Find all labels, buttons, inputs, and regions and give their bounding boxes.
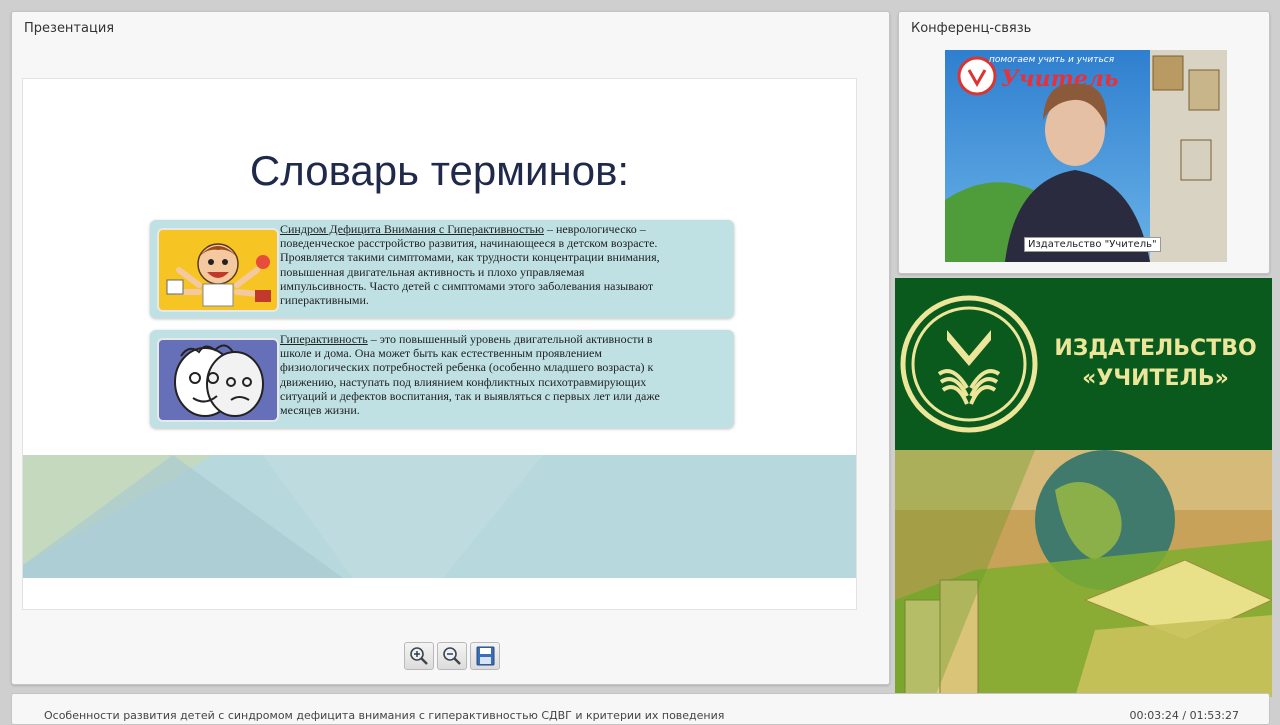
cartoon-boy-image	[157, 228, 279, 312]
conference-panel: Конференц-связь помогаем учить и учиться…	[898, 11, 1270, 274]
zoom-in-icon	[410, 647, 428, 665]
zoom-in-button[interactable]	[404, 642, 434, 670]
presentation-panel: Презентация Словарь терминов: Синдром Де…	[11, 11, 890, 685]
backdrop-top-text: помогаем учить и учиться	[989, 55, 1115, 65]
publisher-logo-icon	[900, 295, 1038, 433]
zoom-out-button[interactable]	[437, 642, 467, 670]
term-card-adhd: Синдром Дефицита Внимания с Гиперактивно…	[150, 220, 734, 318]
save-button[interactable]	[470, 642, 500, 670]
presentation-panel-title: Презентация	[24, 21, 115, 36]
playback-time: 00:03:24 / 01:53:27	[1129, 709, 1239, 722]
webinar-title: Особенности развития детей с синдромом д…	[44, 709, 725, 722]
term-name: Гиперактивность	[280, 332, 368, 346]
zoom-out-icon	[443, 647, 461, 665]
slide-decorative-footer	[23, 455, 856, 578]
cartoon-faces-image	[157, 338, 279, 422]
save-icon	[476, 646, 495, 666]
publisher-banner-header: ИЗДАТЕЛЬСТВО «УЧИТЕЛЬ»	[895, 278, 1272, 450]
conference-panel-title: Конференц-связь	[911, 21, 1032, 36]
books-globe-image	[895, 450, 1272, 697]
slide-heading: Словарь терминов:	[249, 147, 630, 194]
presentation-slide: Словарь терминов: Синдром Дефицита Внима…	[22, 78, 857, 610]
term-name: Синдром Дефицита Внимания с Гиперактивно…	[280, 222, 544, 236]
participant-name-label: Издательство "Учитель"	[1024, 237, 1161, 252]
video-feed[interactable]: помогаем учить и учиться Учитель Издател…	[945, 50, 1227, 262]
term-card-hyperactivity: Гиперактивность – это повышенный уровень…	[150, 330, 734, 428]
status-bar: Особенности развития детей с синдромом д…	[11, 693, 1270, 725]
publisher-banner: ИЗДАТЕЛЬСТВО «УЧИТЕЛЬ»	[895, 278, 1272, 697]
term-definition-adhd: Синдром Дефицита Внимания с Гиперактивно…	[280, 222, 660, 308]
publisher-name: ИЗДАТЕЛЬСТВО «УЧИТЕЛЬ»	[1054, 336, 1257, 391]
term-definition-hyperactivity: Гиперактивность – это повышенный уровень…	[280, 332, 660, 418]
